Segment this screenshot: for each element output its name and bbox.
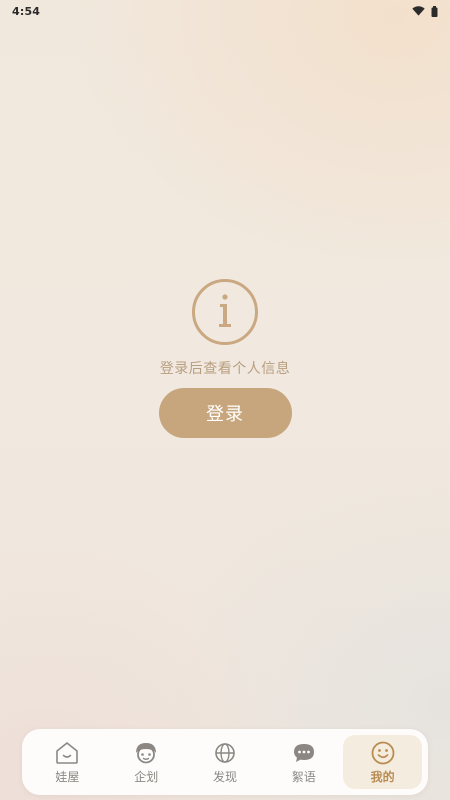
status-icons <box>412 5 438 17</box>
login-prompt-text: 登录后查看个人信息 <box>159 361 291 377</box>
tab-label: 我的 <box>370 769 395 784</box>
tab-label: 娃屋 <box>55 769 80 784</box>
tab-label: 发现 <box>212 769 237 784</box>
tab-xuyu[interactable]: 絮语 <box>264 735 343 789</box>
chat-bubble-icon <box>293 743 314 762</box>
status-bar: 4:54 <box>0 0 450 22</box>
globe-icon <box>215 742 235 763</box>
bottom-tab-bar: 娃屋 企划 发现 絮语 我的 <box>22 729 428 795</box>
login-button[interactable]: 登录 <box>158 388 292 438</box>
tab-wawu[interactable]: 娃屋 <box>28 735 107 789</box>
wifi-icon <box>412 6 425 16</box>
tab-qihua[interactable]: 企划 <box>107 735 186 789</box>
tab-label: 企划 <box>134 769 159 784</box>
status-time: 4:54 <box>12 4 41 18</box>
tab-label: 絮语 <box>291 769 316 784</box>
battery-icon <box>431 5 438 17</box>
tab-wode[interactable]: 我的 <box>343 735 422 789</box>
tab-faxian[interactable]: 发现 <box>186 735 265 789</box>
smiley-icon <box>371 741 394 764</box>
info-circle-icon <box>192 279 258 345</box>
house-icon <box>56 741 79 764</box>
doll-face-icon <box>136 742 157 763</box>
empty-state: 登录后查看个人信息 登录 <box>0 278 450 438</box>
